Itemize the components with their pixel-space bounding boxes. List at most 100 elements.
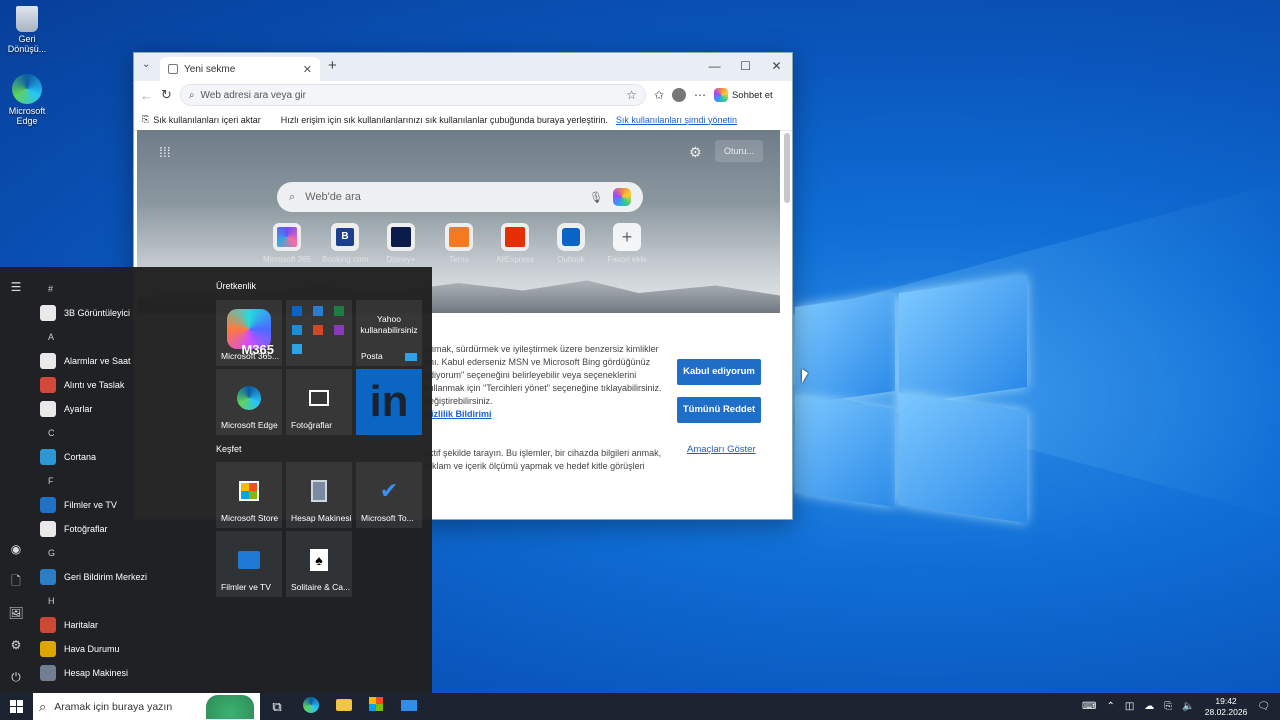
tile-linkedin[interactable]: in (356, 369, 422, 435)
app-list-header[interactable]: C (40, 421, 200, 445)
app-list-item[interactable]: Alarmlar ve Saat (40, 349, 200, 373)
settings-icon[interactable]: ⚙ (8, 637, 24, 653)
new-tab-plus-icon[interactable]: + (328, 57, 337, 74)
app-list-item[interactable]: Fotoğraflar (40, 517, 200, 541)
favorites-icon[interactable]: ✩ (654, 88, 664, 102)
tile-photos[interactable]: Fotoğraflar (286, 369, 352, 435)
app-list-label: Haritalar (64, 620, 99, 630)
address-bar[interactable]: ⌕ Web adresi ara veya gir ☆ (179, 84, 646, 106)
apps-grid-icon[interactable]: ⁞⁞⁞ (159, 144, 171, 160)
app-list-header[interactable]: A (40, 325, 200, 349)
accept-button[interactable]: Kabul ediyorum (677, 359, 761, 385)
app-list-header[interactable]: H (40, 589, 200, 613)
task-view-icon[interactable]: ⧉ (267, 697, 287, 717)
app-list-item[interactable]: Alıntı ve Taslak (40, 373, 200, 397)
feedback-icon (40, 569, 56, 585)
quick-link-add[interactable]: + Favori ekle (599, 223, 655, 264)
manage-favorites-link[interactable]: Sık kullanılanları şimdi yönetin (616, 115, 737, 125)
close-tab-icon[interactable]: ✕ (303, 63, 312, 76)
tile-calculator[interactable]: Hesap Makinesi (286, 462, 352, 528)
minimize-icon[interactable]: — (699, 53, 730, 81)
start-button[interactable] (0, 693, 32, 720)
tab-new-tab[interactable]: Yeni sekme ✕ (160, 57, 320, 81)
favorite-star-icon[interactable]: ☆ (626, 88, 637, 102)
more-menu-icon[interactable]: ⋯ (694, 88, 706, 102)
app-list-item[interactable]: Haritalar (40, 613, 200, 637)
tile-office-apps[interactable] (286, 300, 352, 366)
tile-microsoft-store[interactable]: Microsoft Store (216, 462, 282, 528)
photos-icon (40, 521, 56, 537)
app-list-item[interactable]: Hesap Makinesi (40, 661, 200, 685)
microphone-icon[interactable]: 🎙 (589, 191, 603, 204)
app-list-item[interactable]: 3B Görüntüleyici (40, 301, 200, 325)
onedrive-icon[interactable]: ☁ (1144, 701, 1154, 712)
desktop-icon-label: Microsoft Edge (8, 106, 46, 126)
edge-taskbar-icon[interactable] (301, 697, 321, 717)
documents-icon[interactable]: 🗋 (8, 573, 24, 589)
consent-text-1: anmak, sürdürmek ve iyileştirmek üzere b… (424, 344, 662, 406)
vertical-scrollbar[interactable] (784, 133, 790, 203)
solitaire-icon: ♠ (310, 549, 328, 572)
back-arrow-icon[interactable]: ← (140, 88, 153, 103)
tile-microsoft-todo[interactable]: ✔ Microsoft To... (356, 462, 422, 528)
app-list-item[interactable]: Hava Durumu (40, 637, 200, 661)
quick-link-booking[interactable]: B Booking.com (317, 223, 373, 264)
tab-actions-chevron-icon[interactable]: ⌄ (142, 59, 150, 70)
app-list-item[interactable]: Cortana (40, 445, 200, 469)
settings-gear-icon[interactable]: ⚙ (689, 144, 702, 161)
disney-icon (387, 223, 415, 251)
desktop-icon-edge[interactable]: Microsoft Edge (0, 74, 54, 126)
network-icon[interactable]: ⎘ (1164, 701, 1172, 712)
quick-link-microsoft365[interactable]: Microsoft 365 (259, 223, 315, 264)
tile-edge[interactable]: Microsoft Edge (216, 369, 282, 435)
hamburger-menu-icon[interactable]: ☰ (8, 279, 24, 295)
profile-avatar[interactable] (671, 88, 686, 102)
show-hidden-icons-chevron-icon[interactable]: ⌃ (1106, 701, 1114, 712)
app-list-item[interactable]: Filmler ve TV (40, 493, 200, 517)
app-list-header[interactable]: F (40, 469, 200, 493)
copilot-chat-button[interactable]: Sohbet et (713, 88, 773, 102)
add-plus-icon: + (613, 223, 641, 251)
app-list-header[interactable]: G (40, 541, 200, 565)
quick-link-disney[interactable]: Disney+ (373, 223, 429, 264)
app-list-header[interactable]: # (40, 277, 200, 301)
meet-now-icon[interactable]: ◫ (1125, 701, 1134, 712)
app-list-label: 3B Görüntüleyici (64, 308, 131, 318)
quick-link-aliexpress[interactable]: AliExpress (487, 223, 543, 264)
tab-title: Yeni sekme (184, 63, 236, 75)
account-avatar-icon[interactable]: ◉ (8, 541, 24, 557)
favbar-hint: Hızlı erişim için sık kullanılanlarınızı… (280, 114, 608, 125)
close-window-icon[interactable]: ✕ (761, 53, 792, 81)
show-purposes-link[interactable]: Amaçları Göster (687, 444, 756, 455)
outlook-icon (557, 223, 585, 251)
clock[interactable]: 19:42 28.02.2026 (1205, 696, 1248, 718)
microsoft-store-taskbar-icon[interactable] (366, 697, 386, 717)
app-list-item[interactable]: Geri Bildirim Merkezi (40, 565, 200, 589)
copilot-icon[interactable] (613, 188, 631, 206)
maximize-icon[interactable]: ☐ (730, 53, 761, 81)
tile-solitaire[interactable]: ♠ Solitaire & Ca... (286, 531, 352, 597)
notifications-icon[interactable]: 🗨 (1257, 701, 1270, 712)
quick-link-outlook[interactable]: Outlook (543, 223, 599, 264)
file-explorer-icon[interactable] (334, 697, 354, 717)
sign-in-button[interactable]: Oturu... (715, 140, 763, 162)
tile-mail[interactable]: Yahoo kullanabilirsiniz Posta (356, 300, 422, 366)
tile-microsoft365[interactable]: M365 Microsoft 365... (216, 300, 282, 366)
mail-taskbar-icon[interactable] (399, 697, 419, 717)
web-search-box[interactable]: ⌕ Web'de ara 🎙 (277, 182, 643, 212)
tile-movies-tv[interactable]: Filmler ve TV (216, 531, 282, 597)
privacy-notice-link[interactable]: Gizlilik Bildirimi (424, 409, 492, 419)
desktop-icon-recycle-bin[interactable]: Geri Dönüşü... (0, 6, 54, 54)
reject-all-button[interactable]: Tümünü Reddet (677, 397, 761, 423)
taskbar-search-box[interactable]: ⌕ Aramak için buraya yazın (33, 693, 260, 720)
aliexpress-icon (501, 223, 529, 251)
keyboard-layout-icon[interactable]: ⌨ (1082, 701, 1096, 712)
app-list-item[interactable]: Ayarlar (40, 397, 200, 421)
refresh-icon[interactable]: ↻ (161, 87, 172, 103)
import-favorites-button[interactable]: ⎘ Sık kullanılanları içeri aktar (142, 114, 261, 125)
quick-link-temu[interactable]: Temu (431, 223, 487, 264)
volume-icon[interactable]: 🔈 (1182, 701, 1194, 712)
pictures-icon[interactable]: 🖼 (8, 605, 24, 621)
power-icon[interactable]: ⏻ (8, 669, 24, 685)
film-icon (40, 497, 56, 513)
